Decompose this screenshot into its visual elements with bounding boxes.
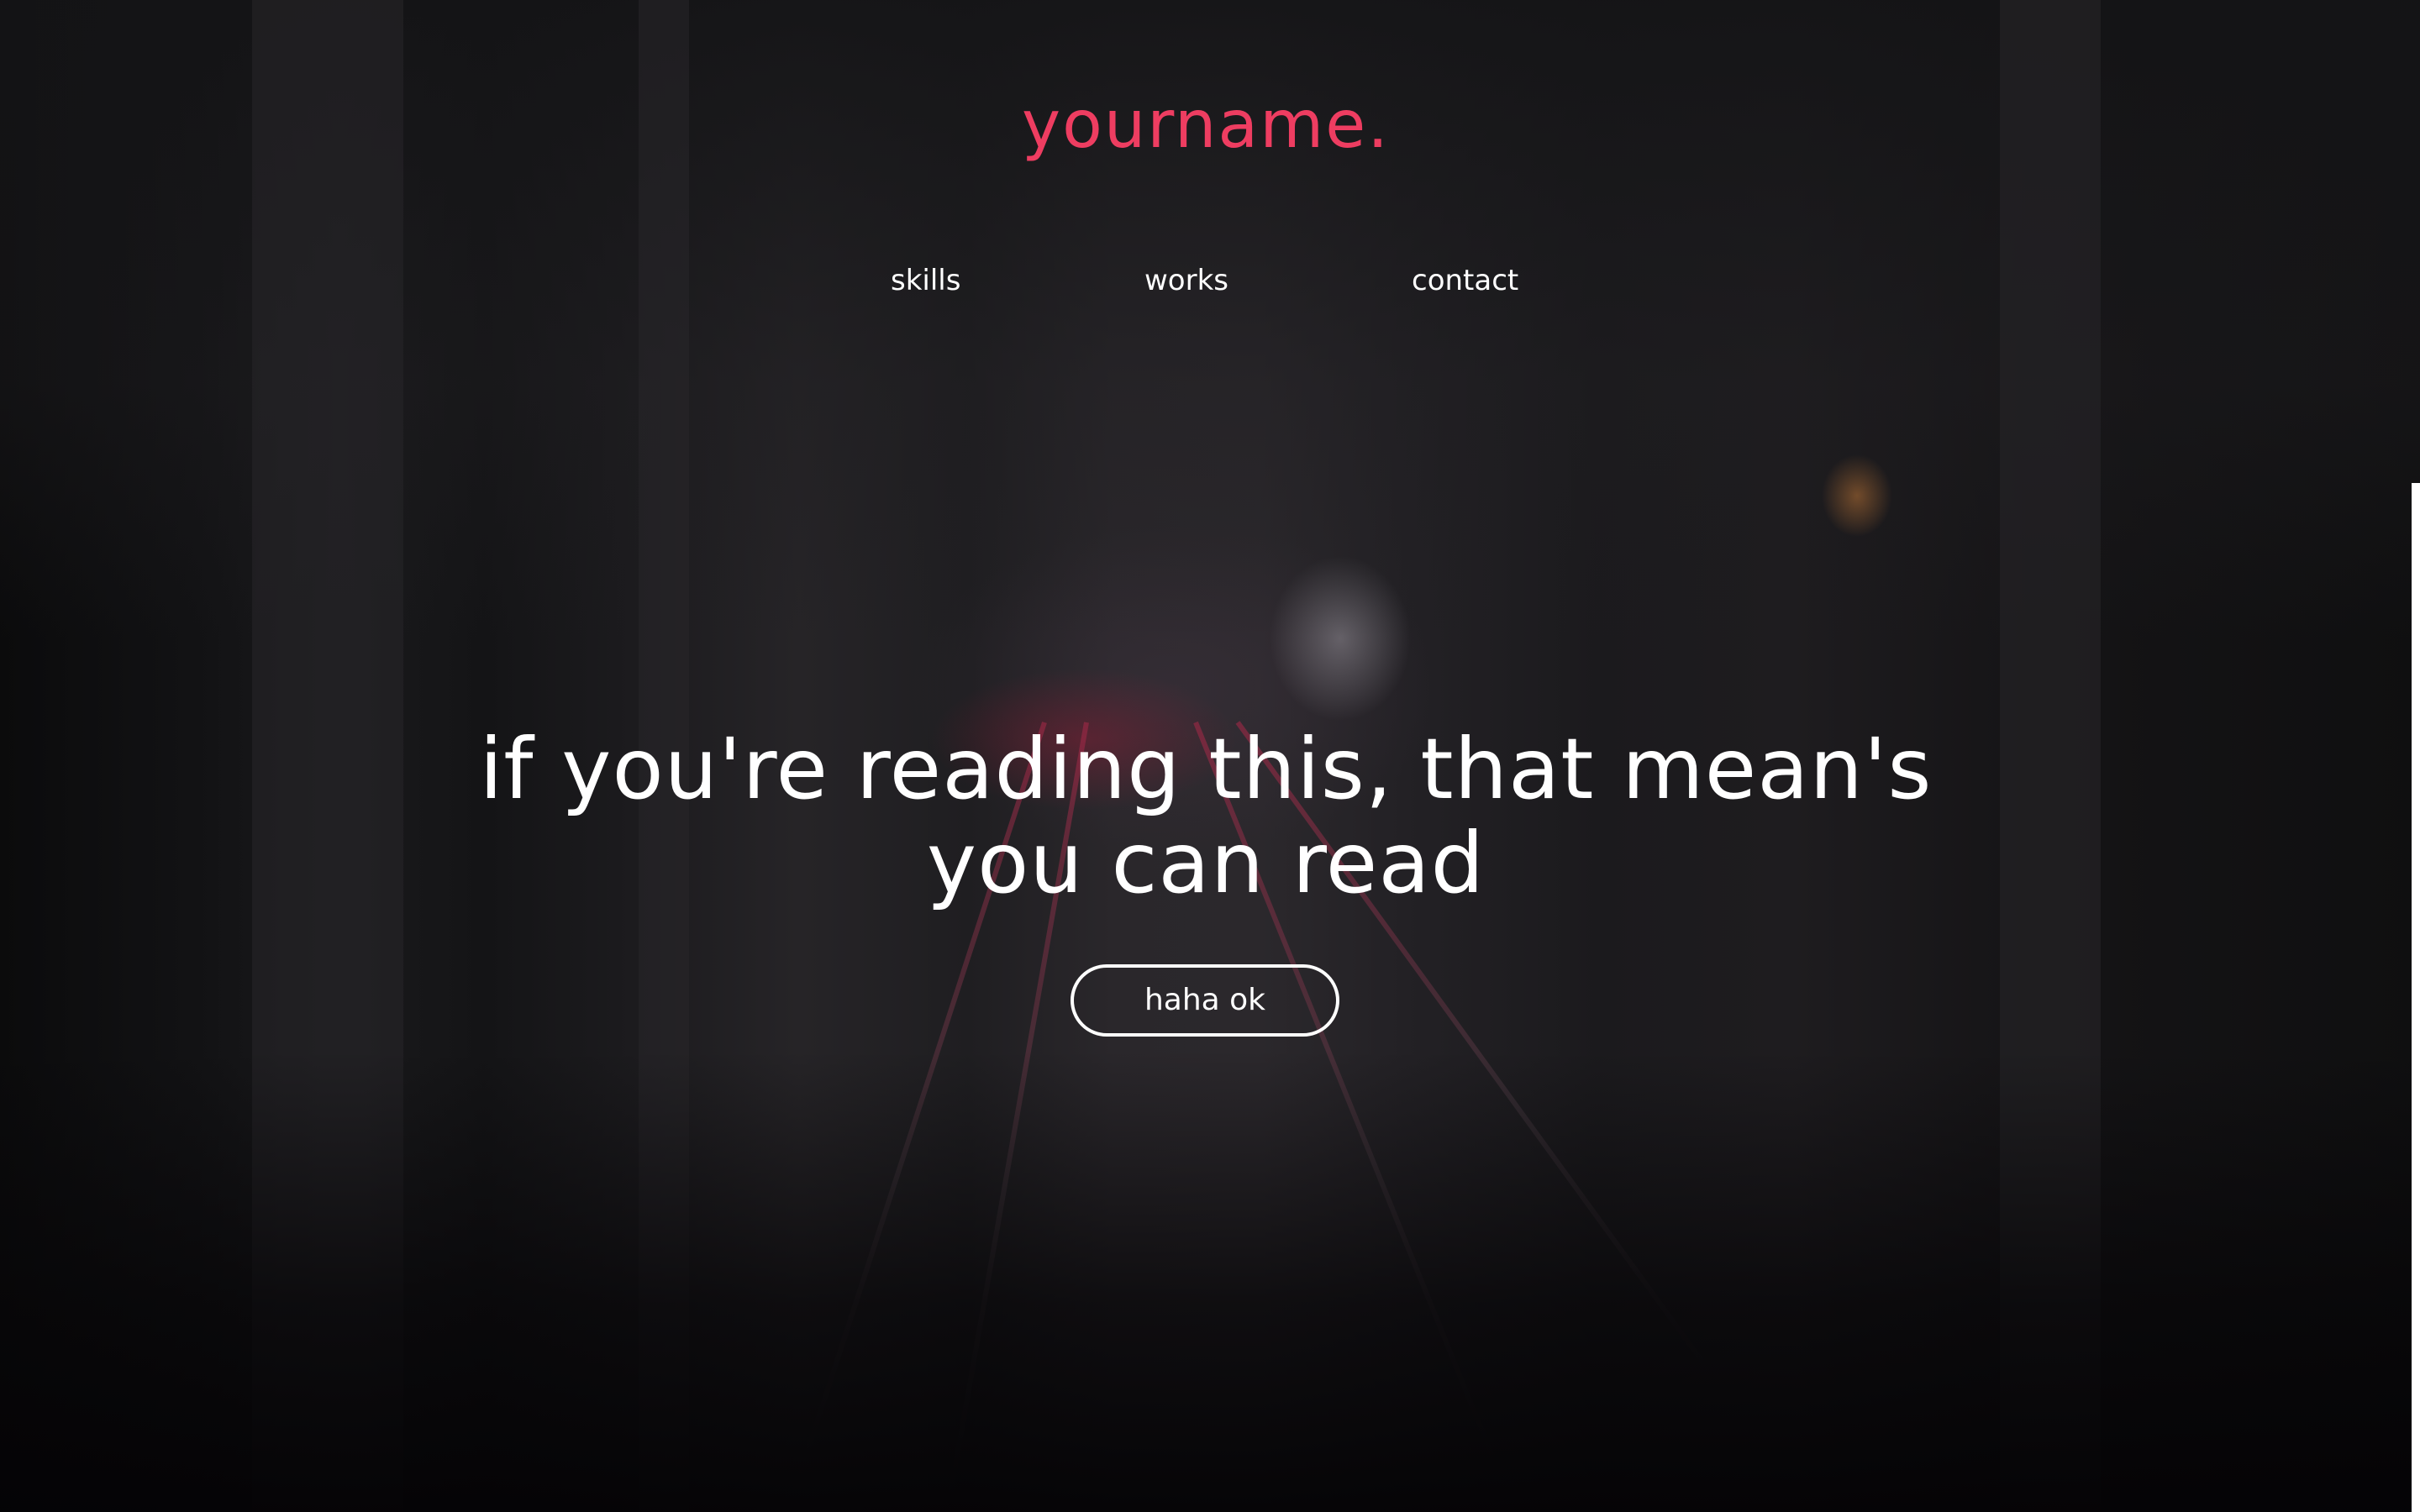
hero-headline: if you're reading this, that mean's you … bbox=[0, 722, 2412, 911]
nav-item-contact[interactable]: contact bbox=[1412, 262, 1518, 299]
hero-headline-line-2: you can read bbox=[926, 814, 1486, 912]
hero-headline-line-1: if you're reading this, that mean's bbox=[479, 720, 1933, 818]
main-nav: skills works contact bbox=[0, 262, 2412, 299]
nav-item-skills[interactable]: skills bbox=[891, 262, 960, 299]
haha-ok-button[interactable]: haha ok bbox=[1071, 964, 1339, 1037]
scrollbar-track[interactable] bbox=[2412, 483, 2420, 1512]
landing-page: yourname. skills works contact if you're… bbox=[0, 0, 2420, 1512]
site-logo[interactable]: yourname. bbox=[0, 92, 2412, 158]
background-floor-shade bbox=[0, 1050, 2420, 1512]
nav-item-works[interactable]: works bbox=[1144, 262, 1228, 299]
